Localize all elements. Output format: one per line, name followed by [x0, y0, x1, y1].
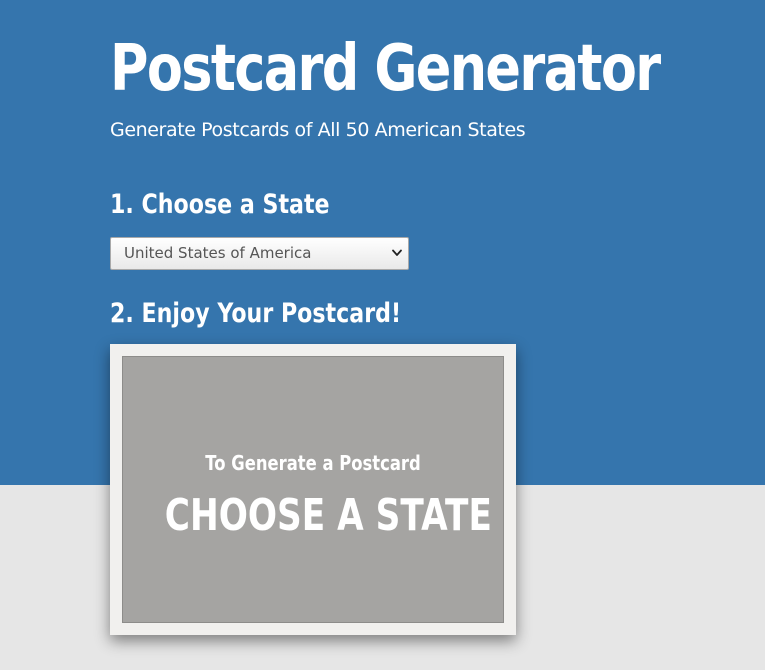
- page-title: Postcard Generator: [110, 32, 661, 106]
- postcard-caption: To Generate a Postcard: [205, 451, 421, 475]
- step-enjoy-postcard-heading: 2. Enjoy Your Postcard!: [110, 298, 402, 329]
- postcard-headline: CHOOSE A STATE: [164, 490, 492, 541]
- chevron-down-icon: [392, 249, 402, 256]
- state-select[interactable]: United States of America: [110, 237, 409, 270]
- state-select-value: United States of America: [124, 244, 312, 262]
- step-choose-state-heading: 1. Choose a State: [110, 189, 330, 220]
- page-subtitle: Generate Postcards of All 50 American St…: [110, 119, 526, 141]
- page: Postcard Generator Generate Postcards of…: [0, 0, 765, 670]
- postcard-image-area: To Generate a Postcard CHOOSE A STATE: [122, 356, 504, 623]
- postcard: To Generate a Postcard CHOOSE A STATE: [110, 344, 516, 635]
